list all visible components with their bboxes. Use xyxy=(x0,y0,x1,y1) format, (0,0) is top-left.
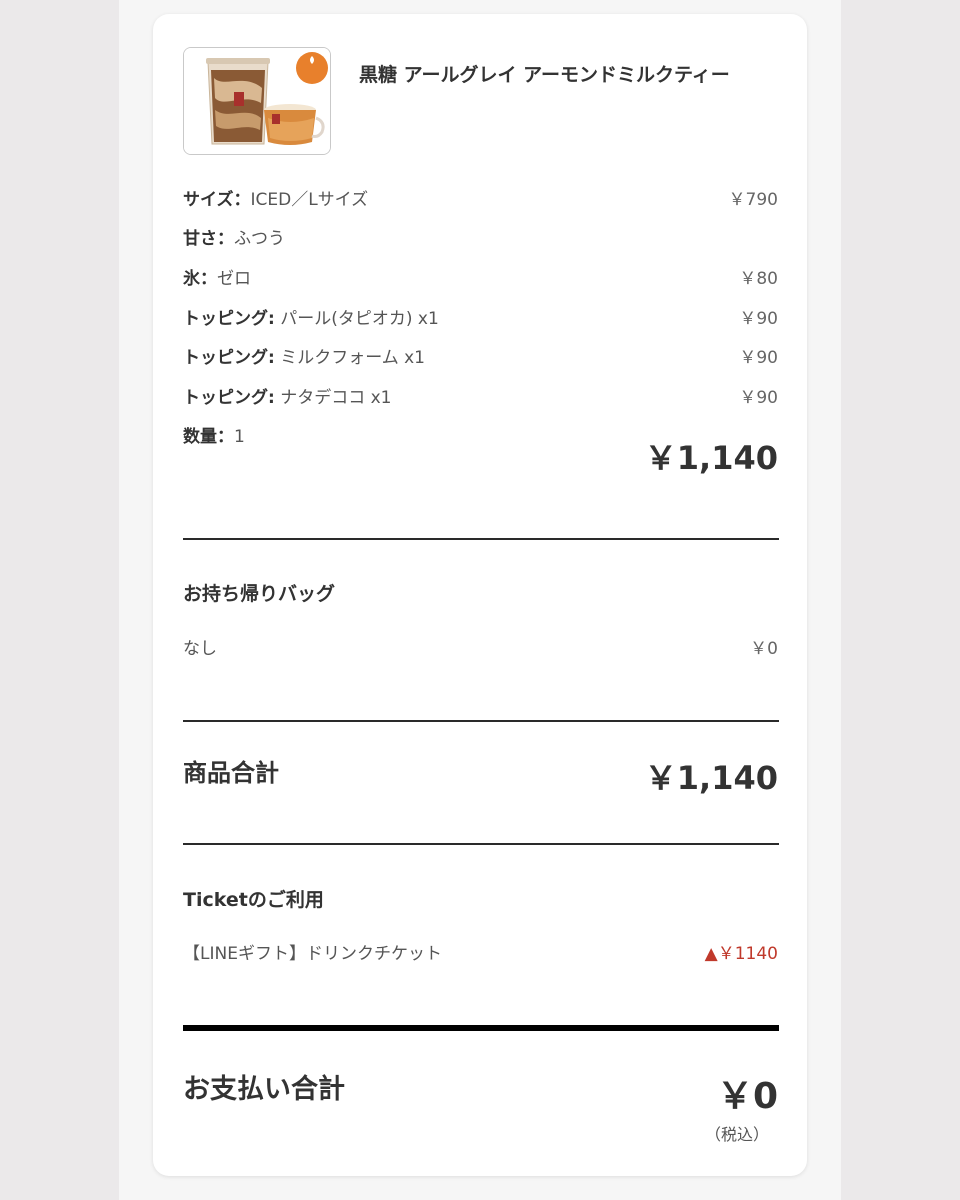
option-value: パール(タピオカ) x1 xyxy=(274,309,439,329)
ticket-name: 【LINEギフト】ドリンクチケット xyxy=(183,944,442,964)
subtotal-label: 商品合計 xyxy=(183,759,279,787)
divider-thick xyxy=(183,1025,779,1031)
bag-row: なし ￥0 xyxy=(183,634,778,659)
product-image xyxy=(183,47,331,155)
order-summary-card: 黒糖 アールグレイ アーモンドミルクティー サイズ：ICED／Lサイズ ￥790… xyxy=(153,14,807,1176)
option-price: ￥790 xyxy=(728,190,778,210)
option-label: トッピング: xyxy=(183,348,275,368)
option-value: ふつう xyxy=(234,229,285,249)
option-value: ゼロ xyxy=(217,269,251,289)
tax-included-note: （税込） xyxy=(704,1125,769,1144)
product-photo-icon xyxy=(184,48,330,154)
ticket-section-title: Ticketのご利用 xyxy=(183,889,324,911)
option-label: トッピング: xyxy=(183,388,275,408)
divider xyxy=(183,538,779,540)
option-price: ￥90 xyxy=(739,348,778,368)
bag-price: ￥0 xyxy=(750,639,778,659)
option-label: 氷： xyxy=(183,269,217,289)
option-value: ICED／Lサイズ xyxy=(250,190,369,210)
option-row-ice: 氷：ゼロ ￥80 xyxy=(183,266,778,292)
divider xyxy=(183,843,779,845)
option-label: 数量： xyxy=(183,427,234,447)
item-total: ￥1,140 xyxy=(644,439,778,477)
option-price: ￥90 xyxy=(739,309,778,329)
option-label: トッピング: xyxy=(183,309,275,329)
divider xyxy=(183,720,779,722)
payment-total-label: お支払い合計 xyxy=(183,1074,345,1105)
product-name: 黒糖 アールグレイ アーモンドミルクティー xyxy=(359,64,730,86)
option-price: ￥80 xyxy=(739,269,778,289)
option-price: ￥90 xyxy=(739,388,778,408)
subtotal-amount: ￥1,140 xyxy=(644,759,778,797)
ticket-row: 【LINEギフト】ドリンクチケット ▲￥1140 xyxy=(183,939,778,964)
option-value: 1 xyxy=(234,427,245,447)
ticket-discount: ▲￥1140 xyxy=(704,944,778,964)
option-label: 甘さ： xyxy=(183,229,234,249)
option-row-topping-natadecoco: トッピング: ナタデココ x1 ￥90 xyxy=(183,385,778,411)
payment-total-amount: ￥0 xyxy=(716,1076,778,1117)
option-row-sweetness: 甘さ：ふつう xyxy=(183,226,778,252)
option-value: ミルクフォーム x1 xyxy=(274,348,425,368)
bag-section-title: お持ち帰りバッグ xyxy=(183,583,336,605)
option-row-size: サイズ：ICED／Lサイズ ￥790 xyxy=(183,187,778,213)
bag-value: なし xyxy=(183,639,217,659)
option-row-topping-pearl: トッピング: パール(タピオカ) x1 ￥90 xyxy=(183,306,778,332)
option-value: ナタデココ x1 xyxy=(274,388,392,408)
option-label: サイズ： xyxy=(183,190,251,210)
option-row-topping-milkfoam: トッピング: ミルクフォーム x1 ￥90 xyxy=(183,345,778,371)
